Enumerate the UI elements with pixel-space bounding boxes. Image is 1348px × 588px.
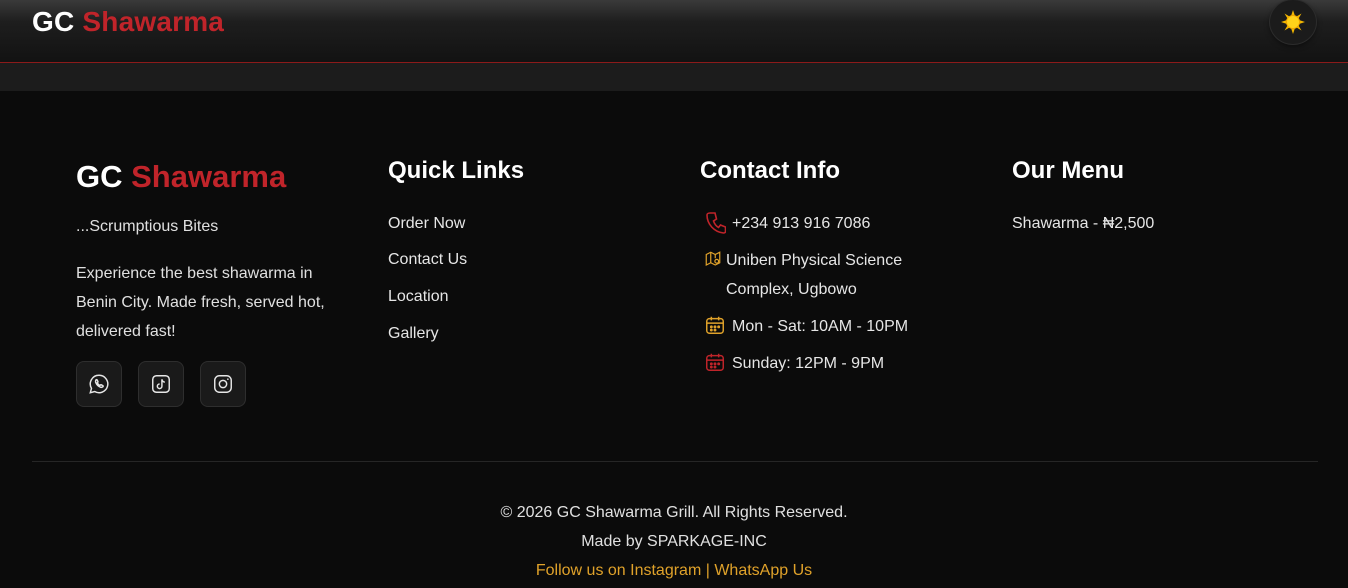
- footer-logo-second: Shawarma: [131, 159, 287, 194]
- contact-address-text: Uniben Physical Science Complex, Ugbowo: [726, 252, 903, 298]
- header-spacer-band: [0, 63, 1348, 91]
- whatsapp-icon: [89, 374, 109, 394]
- calendar-sunday-icon: [706, 353, 724, 371]
- menu-item-shawarma: Shawarma - ₦2,500: [1012, 215, 1155, 232]
- tiktok-button[interactable]: [138, 361, 184, 407]
- instagram-button[interactable]: [200, 361, 246, 407]
- link-order-now[interactable]: Order Now: [388, 215, 465, 233]
- whatsapp-button[interactable]: [76, 361, 122, 407]
- contact-phone-text: +234 913 916 7086: [732, 215, 871, 232]
- footer-divider: [32, 461, 1318, 462]
- our-menu-title: Our Menu: [1012, 157, 1124, 184]
- tiktok-icon: [152, 375, 170, 393]
- footer-description: Experience the best shawarma in Benin Ci…: [76, 265, 325, 340]
- link-location[interactable]: Location: [388, 288, 449, 306]
- whatsapp-us-link[interactable]: WhatsApp Us: [714, 562, 812, 579]
- phone-icon: [706, 212, 726, 234]
- link-contact-us[interactable]: Contact Us: [388, 251, 467, 269]
- footer-tagline: ...Scrumptious Bites: [76, 218, 219, 235]
- site-footer: GC Shawarma ...Scrumptious Bites Experie…: [0, 91, 1348, 588]
- quick-links-title: Quick Links: [388, 157, 525, 184]
- contact-weekday-hours-text: Mon - Sat: 10AM - 10PM: [732, 318, 909, 335]
- contact-weekday-hours: Mon - Sat: 10AM - 10PM: [704, 312, 908, 341]
- header-logo[interactable]: GC Shawarma: [32, 6, 224, 38]
- footer-social-text-links: Follow us on Instagram | WhatsApp Us: [0, 562, 1348, 580]
- contact-sunday-hours: Sunday: 12PM - 9PM: [704, 349, 884, 378]
- calendar-icon: [706, 316, 724, 334]
- link-separator: |: [705, 562, 710, 579]
- footer-logo-first: GC: [76, 159, 123, 194]
- link-gallery[interactable]: Gallery: [388, 325, 439, 343]
- map-icon: [705, 251, 721, 266]
- social-links: [76, 361, 246, 407]
- contact-sunday-hours-text: Sunday: 12PM - 9PM: [732, 355, 885, 372]
- footer-logo[interactable]: GC Shawarma: [76, 159, 286, 195]
- contact-info-title: Contact Info: [700, 157, 840, 184]
- top-nav-bar: GC Shawarma: [0, 0, 1348, 63]
- follow-instagram-link[interactable]: Follow us on Instagram: [536, 562, 701, 579]
- instagram-icon: [214, 375, 232, 393]
- contact-address: Uniben Physical Science Complex, Ugbowo: [704, 246, 906, 304]
- sun-icon: [1281, 10, 1305, 34]
- header-logo-first: GC: [32, 6, 75, 37]
- copyright-text: © 2026 GC Shawarma Grill. All Rights Res…: [500, 504, 848, 521]
- header-logo-second: Shawarma: [82, 6, 225, 37]
- theme-toggle-button[interactable]: [1270, 0, 1316, 44]
- made-by-text: Made by SPARKAGE-INC: [581, 533, 767, 550]
- contact-phone: +234 913 916 7086: [704, 209, 870, 238]
